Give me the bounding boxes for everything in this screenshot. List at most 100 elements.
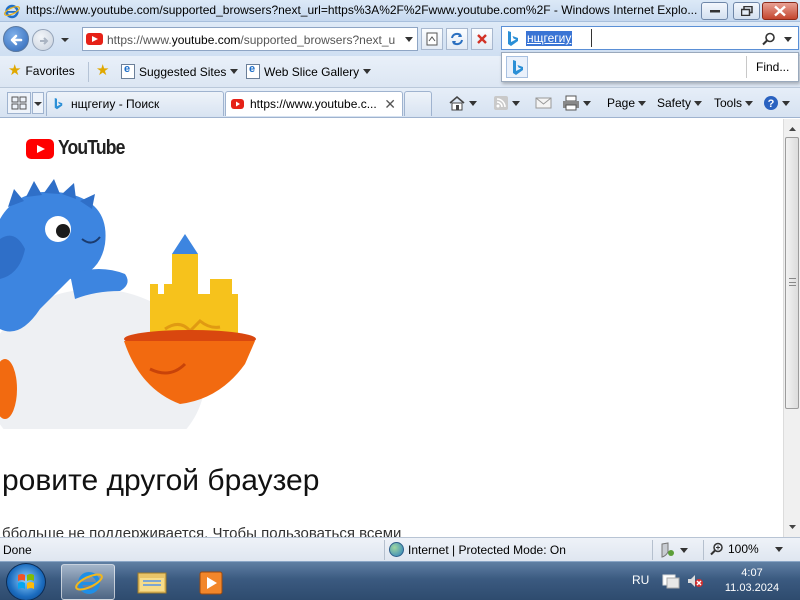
refresh-icon xyxy=(451,32,463,46)
youtube-logo[interactable]: YouTube xyxy=(26,137,134,160)
chevron-down-icon xyxy=(774,546,783,552)
security-zone-label: Internet | Protected Mode: On xyxy=(408,542,566,557)
scrollbar-thumb[interactable] xyxy=(785,137,799,409)
stop-icon xyxy=(477,34,487,44)
taskbar: RU 4:07 11.03.2024 xyxy=(0,561,800,600)
quick-tabs-button[interactable] xyxy=(7,92,31,114)
taskbar-internet-explorer[interactable] xyxy=(61,564,115,600)
taskbar-windows-explorer[interactable] xyxy=(125,564,179,600)
zoom-level[interactable]: 100% xyxy=(710,542,783,556)
safety-menu-label: Safety xyxy=(657,96,692,110)
tools-menu-label: Tools xyxy=(714,96,743,110)
close-icon xyxy=(774,5,786,17)
divider xyxy=(703,540,704,560)
ie-page-icon xyxy=(121,63,135,79)
help-button[interactable]: ? xyxy=(763,93,790,113)
chevron-down-icon xyxy=(583,100,591,106)
start-button[interactable] xyxy=(6,563,46,600)
status-text: Done xyxy=(3,543,32,557)
chevron-down-icon xyxy=(469,100,477,106)
forward-button[interactable] xyxy=(32,29,54,51)
mail-icon xyxy=(535,97,552,109)
page-menu[interactable]: Page xyxy=(607,93,647,113)
ie-page-icon xyxy=(246,63,260,79)
vertical-scrollbar[interactable] xyxy=(783,119,800,537)
chevron-down-icon xyxy=(512,100,520,106)
language-indicator[interactable]: RU xyxy=(632,573,649,587)
search-box[interactable]: нщгегиу xyxy=(501,26,799,50)
address-url[interactable]: https://www.youtube.com/supported_browse… xyxy=(107,33,399,47)
globe-icon xyxy=(389,542,404,557)
address-dropdown-icon[interactable] xyxy=(405,37,413,42)
web-slice-gallery-link[interactable]: Web Slice Gallery xyxy=(246,63,372,79)
favorites-button[interactable]: ★ Favorites xyxy=(8,62,75,79)
bing-icon xyxy=(513,60,523,75)
minimize-icon xyxy=(709,10,720,13)
zoom-icon xyxy=(710,542,723,556)
divider xyxy=(88,62,89,82)
add-to-favorites-bar-button[interactable]: ★ xyxy=(96,63,109,78)
favorites-label: Favorites xyxy=(25,64,75,78)
protected-mode-button[interactable] xyxy=(658,542,688,558)
youtube-wordmark: YouTube xyxy=(58,137,125,159)
help-icon: ? xyxy=(764,96,778,110)
feeds-button[interactable] xyxy=(493,93,520,113)
chevron-down-icon xyxy=(745,100,754,106)
svg-text:?: ? xyxy=(768,98,775,110)
page-content: YouTube ровите другой браузер ббольше не… xyxy=(0,119,783,537)
page-description: ббольше не поддерживается. Чтобы пользов… xyxy=(2,525,402,537)
divider xyxy=(384,540,385,560)
tab-list-button[interactable] xyxy=(32,92,44,114)
taskbar-media-player[interactable] xyxy=(185,564,239,600)
chevron-down-icon xyxy=(230,69,239,74)
chevron-down-icon xyxy=(694,100,703,106)
scroll-down-arrow-icon[interactable] xyxy=(786,519,799,535)
minimize-button[interactable] xyxy=(701,2,728,20)
search-query[interactable]: нщгегиу xyxy=(526,31,573,46)
refresh-button[interactable] xyxy=(446,28,468,50)
clock-time: 4:07 xyxy=(741,567,763,579)
print-button[interactable] xyxy=(562,93,591,113)
internet-explorer-icon xyxy=(75,572,103,594)
close-tab-icon[interactable]: ✕ xyxy=(384,96,396,113)
tab-label: https://www.youtube.c... xyxy=(250,97,377,111)
search-suggestions-dropdown: Find... xyxy=(501,52,799,82)
window-title: https://www.youtube.com/supported_browse… xyxy=(26,3,698,17)
security-zone[interactable]: Internet | Protected Mode: On xyxy=(389,542,566,557)
media-player-icon xyxy=(199,571,223,595)
chevron-down-icon xyxy=(680,547,688,553)
chevron-down-icon xyxy=(638,100,647,106)
find-on-page-link[interactable]: Find... xyxy=(756,60,789,74)
suggested-sites-link[interactable]: Suggested Sites xyxy=(121,63,239,79)
divider xyxy=(746,56,747,78)
title-bar: https://www.youtube.com/supported_browse… xyxy=(0,0,800,22)
scroll-up-arrow-icon[interactable] xyxy=(786,121,799,137)
read-mail-button[interactable] xyxy=(535,93,553,113)
close-button[interactable] xyxy=(762,2,798,20)
action-center-icon[interactable] xyxy=(662,573,680,589)
web-slice-gallery-label: Web Slice Gallery xyxy=(264,64,360,79)
volume-muted-icon[interactable] xyxy=(686,573,704,589)
search-icon[interactable] xyxy=(762,32,776,46)
youtube-favicon-icon xyxy=(231,99,244,109)
tools-menu[interactable]: Tools xyxy=(714,93,754,113)
address-bar[interactable]: https://www.youtube.com/supported_browse… xyxy=(82,27,418,51)
home-button[interactable] xyxy=(448,93,477,113)
favorites-star-icon: ★ xyxy=(8,62,22,79)
stop-button[interactable] xyxy=(471,28,493,50)
search-options-dropdown-icon[interactable] xyxy=(784,37,792,42)
clock[interactable]: 4:07 11.03.2024 xyxy=(712,566,792,596)
bing-provider-button[interactable] xyxy=(506,56,528,78)
restore-button[interactable] xyxy=(733,2,760,20)
forward-arrow-icon xyxy=(40,37,49,45)
safety-menu[interactable]: Safety xyxy=(657,93,703,113)
tab-youtube[interactable]: https://www.youtube.c... ✕ xyxy=(225,91,403,116)
back-button[interactable] xyxy=(3,26,29,52)
folder-icon xyxy=(137,572,167,594)
text-cursor xyxy=(591,29,592,47)
recent-pages-dropdown-icon[interactable] xyxy=(58,33,72,47)
compatibility-view-button[interactable] xyxy=(421,28,443,50)
new-tab-button[interactable] xyxy=(404,91,432,116)
tab-search-results[interactable]: нщгегиу - Поиск xyxy=(46,91,224,116)
navigation-bar: https://www.youtube.com/supported_browse… xyxy=(0,22,800,56)
